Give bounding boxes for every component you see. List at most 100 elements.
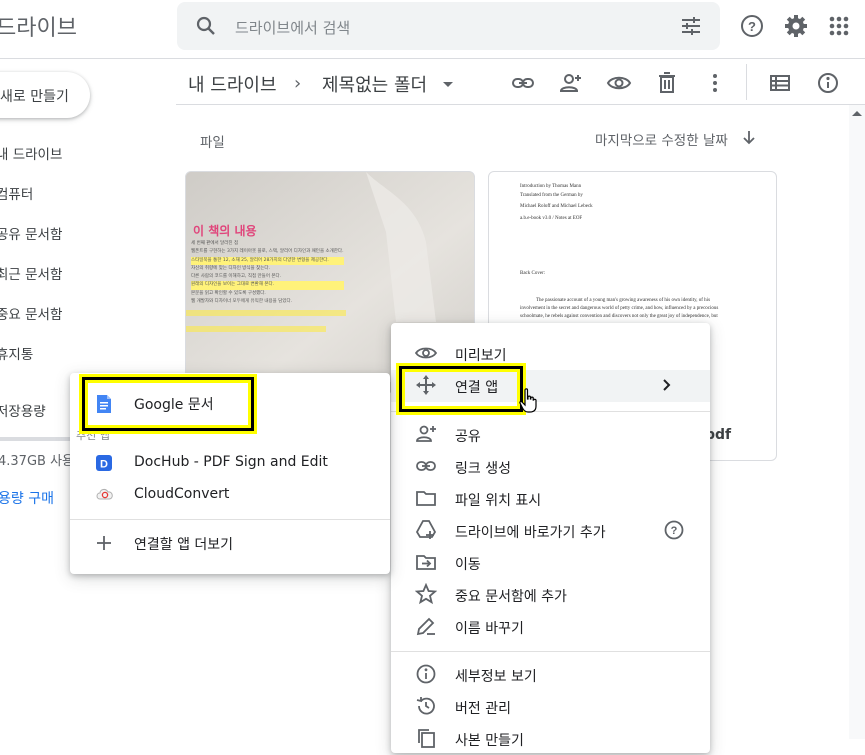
menu-item-label: 중요 문서함에 추가 [455, 589, 567, 605]
menu-item-label: 공유 [455, 429, 481, 445]
move-to-folder-icon [415, 551, 437, 573]
thumb1-heading: 이 책의 내용 [193, 224, 257, 238]
sidebar-item-trash[interactable]: 휴지통 [0, 343, 33, 363]
preview-eye-icon[interactable] [606, 70, 632, 96]
search-icon[interactable] [194, 14, 218, 38]
sidebar-item-recent[interactable]: 최근 문서함 [0, 263, 62, 283]
submenu-divider [70, 519, 390, 520]
copy-icon [415, 727, 437, 749]
menu-item-manage-versions[interactable]: 버전 관리 [391, 691, 710, 723]
submenu-item-label: 연결할 앱 더보기 [134, 537, 234, 553]
info-icon [415, 663, 437, 685]
toolbar-divider [746, 64, 747, 100]
thumb1-line: 세 번째 판에서 달라진 점 [191, 241, 239, 246]
sort-direction-icon[interactable] [741, 129, 757, 145]
thumb1-text-block: 세 번째 판에서 달라진 점 웹폰트를 구현하는 3가지 레이아웃 플로, 스택… [191, 240, 344, 306]
trash-icon[interactable] [654, 70, 680, 96]
list-view-icon[interactable] [767, 70, 793, 96]
highlight-box-open-with [399, 366, 523, 412]
menu-item-label: 버전 관리 [455, 701, 511, 717]
pdf-line: Michael Roloff and Michael Lebeck [520, 204, 593, 209]
sidebar-item-storage[interactable]: 저장용량 [0, 400, 46, 420]
storage-quota-text: 4.37GB 사용 [0, 454, 74, 469]
new-button[interactable]: 새로 만들기 [0, 72, 90, 118]
pdf-line: Introduction by Thomas Mann [520, 184, 582, 189]
menu-divider [391, 651, 710, 652]
storage-quota-bar [0, 437, 70, 441]
sidebar-item-starred[interactable]: 중요 문서함 [0, 303, 62, 323]
help-icon[interactable]: ? [738, 12, 766, 40]
scroll-up-icon[interactable] [851, 109, 863, 117]
thumb1-line: 스타일북을 통한 12, 소재 25, 알리어 28가지의 다양한 변형을 제공… [191, 256, 344, 265]
menu-item-label: 이동 [455, 557, 481, 573]
menu-item-get-link[interactable]: 링크 생성 [391, 451, 710, 483]
svg-text:?: ? [671, 525, 678, 537]
submenu-item-label: CloudConvert [134, 486, 230, 502]
menu-item-label: 세부정보 보기 [455, 669, 537, 685]
add-person-icon[interactable] [558, 70, 584, 96]
submenu-item-dochub[interactable]: D DocHub - PDF Sign and Edit [70, 447, 390, 479]
thumb1-line: 본문을 읽고 확인할 수 있도록 구성했다. [191, 290, 266, 296]
pdf-line: involvement in the secret and dangerous … [520, 306, 719, 311]
files-section-label: 파일 [200, 135, 225, 151]
folder-icon [415, 487, 437, 509]
link-icon[interactable] [510, 70, 536, 96]
header-divider [0, 58, 865, 59]
eye-icon [415, 342, 437, 364]
info-icon[interactable] [815, 70, 841, 96]
menu-item-make-copy[interactable]: 사본 만들기 [391, 723, 710, 755]
submenu-item-cloudconvert[interactable]: CloudConvert [70, 479, 390, 511]
sidebar-item-my-drive[interactable]: 내 드라이브 [0, 143, 62, 163]
add-person-icon [415, 423, 437, 445]
sidebar-item-shared[interactable]: 공유 문서함 [0, 223, 62, 243]
menu-item-show-location[interactable]: 파일 위치 표시 [391, 483, 710, 515]
new-button-label: 새로 만들기 [0, 89, 69, 105]
menu-item-label: 사본 만들기 [455, 733, 524, 749]
scrollbar[interactable] [849, 105, 865, 739]
add-shortcut-icon [415, 519, 437, 541]
menu-item-move[interactable]: 이동 [391, 547, 710, 579]
menu-item-rename[interactable]: 이름 바꾸기 [391, 611, 710, 643]
menu-item-label: 미리보기 [455, 348, 507, 364]
pdf-line: schoolmate, he rebels against convention… [520, 314, 718, 319]
svg-text:D: D [100, 459, 108, 471]
submenu-item-more-apps[interactable]: 연결할 앱 더보기 [70, 527, 390, 559]
pdf-line: a.b.e-book v3.0 / Notes at EOF [520, 216, 583, 221]
more-vert-icon[interactable] [702, 70, 728, 96]
sort-by-modified-button[interactable]: 마지막으로 수정한 날짜 [595, 129, 728, 149]
pdf-line: Back Cover: [520, 271, 546, 276]
edit-pencil-icon [415, 615, 437, 637]
settings-icon[interactable] [782, 12, 810, 40]
help-icon[interactable]: ? [663, 519, 685, 541]
sidebar-item-computers[interactable]: 컴퓨터 [0, 183, 33, 203]
menu-item-label: 링크 생성 [455, 461, 511, 477]
thumb1-line: 자신의 취향에 맞는 디자인 방식을 찾는다. [191, 265, 270, 271]
search-bar[interactable]: 드라이브에서 검색 [177, 2, 720, 50]
dochub-icon: D [96, 455, 112, 471]
tune-icon[interactable] [679, 14, 703, 38]
pdf-line: The passionate account of a young man's … [536, 298, 711, 303]
menu-item-label: 파일 위치 표시 [455, 493, 542, 509]
menu-item-share[interactable]: 공유 [391, 419, 710, 451]
app-title: 드라이브 [0, 16, 77, 41]
menu-item-add-to-starred[interactable]: 중요 문서함에 추가 [391, 579, 710, 611]
menu-item-view-details[interactable]: 세부정보 보기 [391, 659, 710, 691]
thumb1-line: 웹폰트를 구현하는 3가지 레이아웃 플로, 스택, 알리어 디자인과 패턴을 … [191, 249, 344, 255]
thumb1-line: 다른 사람의 코드를 이해하고, 직접 만들어 본다. [191, 274, 282, 280]
submenu-item-label: DocHub - PDF Sign and Edit [134, 454, 328, 470]
breadcrumb-separator: › [294, 73, 302, 94]
toolbar-divider-line [176, 104, 865, 105]
thumb1-line: 원래의 디자인을 보이는 그대로 변환해 본다. [191, 281, 344, 290]
buy-storage-link[interactable]: 용량 구매 [0, 488, 54, 508]
thumb1-line: 웹 개발자와 디자이너 모두에게 유익한 내용을 담았다. [191, 299, 293, 305]
breadcrumb-current-folder[interactable]: 제목없는 폴더 [322, 71, 427, 97]
folder-dropdown-icon[interactable] [442, 81, 454, 89]
breadcrumb-my-drive[interactable]: 내 드라이브 [188, 71, 277, 97]
link-icon [415, 455, 437, 477]
menu-item-add-shortcut[interactable]: 드라이브에 바로가기 추가 ? [391, 515, 710, 547]
apps-grid-icon[interactable] [825, 12, 853, 40]
cloudconvert-icon [96, 487, 114, 501]
search-input[interactable]: 드라이브에서 검색 [235, 17, 350, 38]
hand-cursor-icon [519, 388, 539, 414]
star-icon [415, 583, 437, 605]
